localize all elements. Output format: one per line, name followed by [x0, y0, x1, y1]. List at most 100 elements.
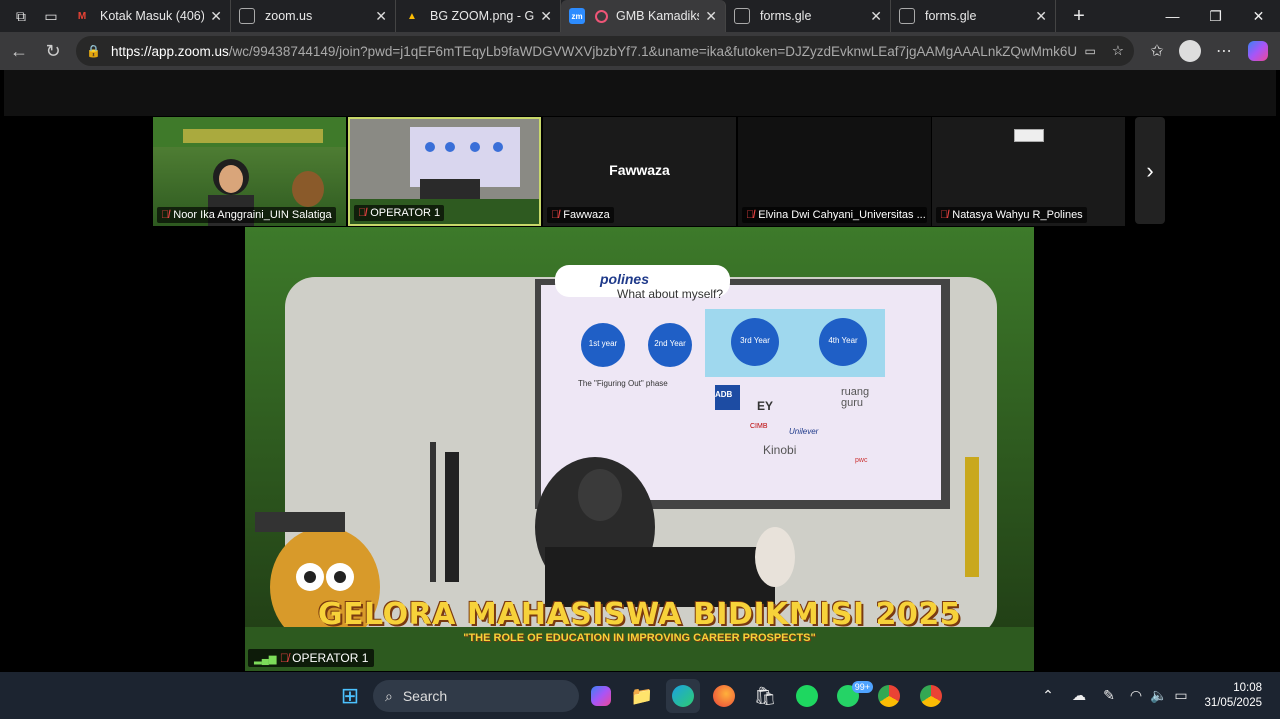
participant-name: Elvina Dwi Cahyani_Universitas ... — [758, 209, 926, 221]
tab-title: forms.gle — [925, 9, 977, 23]
close-tab-icon[interactable]: ✕ — [540, 8, 552, 25]
participant-name: Fawwaza — [563, 209, 610, 221]
camera-icon[interactable]: ▭ — [1085, 44, 1096, 58]
mic-muted-icon: 🎙̸ — [358, 207, 367, 219]
new-tab-icon[interactable]: + — [1064, 1, 1094, 31]
onedrive-icon[interactable]: ☁ — [1064, 687, 1094, 704]
close-tab-icon[interactable]: ✕ — [375, 8, 387, 25]
tab-title: BG ZOOM.png - Goo — [430, 9, 535, 23]
address-bar-row: ← ↻ 🔒 https://app.zoom.us/wc/99438744149… — [0, 32, 1280, 70]
clock-time: 10:08 — [1233, 682, 1262, 694]
slide-logo-unilever: Unilever — [789, 427, 819, 436]
search-placeholder: Search — [402, 688, 448, 704]
tab-gmail[interactable]: M Kotak Masuk (406) - n ✕ — [66, 0, 231, 32]
clock-date: 31/05/2025 — [1204, 697, 1262, 709]
tab-zoom-us[interactable]: zoom.us ✕ — [231, 0, 396, 32]
favorite-star-icon[interactable]: ☆ — [1112, 43, 1124, 59]
url-text: https://app.zoom.us/wc/99438744149/join?… — [111, 44, 1077, 59]
close-tab-icon[interactable]: ✕ — [870, 8, 882, 25]
window-controls: — ❐ ✕ — [1151, 0, 1280, 32]
store-icon[interactable]: 🛍 — [748, 679, 782, 713]
restore-icon[interactable]: ❐ — [1194, 0, 1237, 32]
slide-logo-ey: EY — [757, 399, 774, 413]
mic-muted-icon: 🎙̸ — [940, 209, 949, 221]
copilot-app-icon[interactable] — [584, 679, 618, 713]
tab-gmb-kamadiksi[interactable]: zm GMB Kamadiksi ✕ — [561, 0, 726, 32]
participant-tile[interactable]: 🎙̸ Natasya Wahyu R_Polines — [932, 117, 1125, 226]
page-icon — [734, 8, 750, 24]
chrome-profile-1-icon[interactable] — [872, 679, 906, 713]
edge-browser-icon[interactable] — [666, 679, 700, 713]
refresh-icon[interactable]: ↻ — [36, 34, 70, 68]
tab-title: forms.gle — [760, 9, 812, 23]
url-host: https://app.zoom.us — [110, 43, 229, 59]
participant-name-label: 🎙̸ Elvina Dwi Cahyani_Universitas ... — [742, 207, 927, 223]
favorites-icon[interactable]: ✩ — [1142, 36, 1172, 66]
wifi-icon[interactable]: ◠ — [1124, 687, 1148, 704]
stage-participant-name: OPERATOR 1 — [292, 651, 369, 665]
participant-tile-active[interactable]: 🎙̸ OPERATOR 1 — [348, 117, 541, 226]
close-tab-icon[interactable]: ✕ — [1035, 8, 1047, 25]
slide-year-1: 1st year — [588, 339, 618, 348]
slide-heading: What about myself? — [617, 287, 724, 301]
tab-actions-icon[interactable]: ▭ — [36, 1, 66, 31]
drive-icon: ▲ — [407, 10, 417, 22]
close-tab-icon[interactable]: ✕ — [210, 8, 222, 25]
mic-muted-icon: 🎙̸ — [551, 209, 560, 221]
profile-avatar[interactable] — [1175, 36, 1205, 66]
participant-name-label: 🎙̸ Natasya Wahyu R_Polines — [936, 207, 1087, 223]
volume-icon[interactable]: 🔈 — [1148, 687, 1170, 704]
gmail-icon: M — [77, 10, 87, 22]
pen-icon[interactable]: ✎ — [1094, 687, 1124, 704]
slide-year-2: 2nd Year — [654, 339, 686, 348]
minimize-icon[interactable]: — — [1151, 0, 1194, 32]
stage-name-label: ▂▄▆ 🎙̸ OPERATOR 1 — [248, 649, 375, 667]
whatsapp-icon[interactable]: 99+ — [831, 679, 873, 713]
more-menu-icon[interactable]: ⋯ — [1209, 36, 1239, 66]
page-icon — [239, 8, 255, 24]
participant-tile[interactable]: Fawwaza 🎙̸ Fawwaza — [543, 117, 736, 226]
banner-title: GELORA MAHASISWA BIDIKMISI 2025 — [317, 597, 962, 632]
tab-title: Kotak Masuk (406) - n — [100, 9, 205, 23]
tab-drive[interactable]: ▲ BG ZOOM.png - Goo ✕ — [396, 0, 561, 32]
slide-phase: The "Figuring Out" phase — [578, 379, 668, 388]
slide-logo-ruangguru: ruang guru — [841, 386, 870, 409]
participant-tile[interactable]: 🎙̸ Noor Ika Anggraini_UIN Salatiga — [153, 117, 346, 226]
slide-logo-cimb: CIMB — [750, 423, 768, 430]
notification-badge: 99+ — [851, 681, 873, 693]
site-info-icon[interactable]: 🔒 — [86, 44, 101, 58]
system-tray: ⌃ ☁ ✎ ◠ 🔈 ▭ — [1038, 672, 1192, 719]
zoom-top-bar — [4, 70, 1276, 116]
start-windows-icon[interactable]: ⊞ — [333, 679, 367, 713]
close-tab-icon[interactable]: ✕ — [705, 8, 717, 25]
windows-taskbar: ⊞ ⌕ Search 📁 🛍 99+ ⌃ ☁ ✎ ◠ 🔈 ▭ 10:08 31/… — [0, 672, 1280, 719]
close-window-icon[interactable]: ✕ — [1237, 0, 1280, 32]
firefox-icon[interactable] — [707, 679, 741, 713]
tab-title: zoom.us — [265, 9, 313, 23]
address-bar[interactable]: 🔒 https://app.zoom.us/wc/99438744149/joi… — [76, 36, 1134, 66]
workspaces-icon[interactable]: ⧉ — [6, 1, 36, 31]
tab-forms-2[interactable]: forms.gle ✕ — [891, 0, 1056, 32]
zoom-icon: zm — [569, 8, 585, 24]
chrome-profile-2-icon[interactable] — [914, 679, 948, 713]
spotify-icon[interactable] — [790, 679, 824, 713]
participant-name: Natasya Wahyu R_Polines — [952, 209, 1083, 221]
back-icon[interactable]: ← — [2, 34, 36, 68]
chevron-up-icon[interactable]: ⌃ — [1038, 687, 1058, 704]
slide-year-4: 4th Year — [828, 336, 858, 345]
taskbar-search[interactable]: ⌕ Search — [373, 680, 579, 712]
copilot-icon[interactable] — [1243, 36, 1273, 66]
participant-name: OPERATOR 1 — [370, 207, 441, 219]
battery-icon[interactable]: ▭ — [1170, 687, 1192, 704]
slide-logo-adb: ADB — [715, 390, 733, 399]
main-video-stage: polines What about myself? 1st year 2nd … — [245, 227, 1034, 671]
mic-muted-icon: 🎙̸ — [279, 651, 289, 665]
event-logo: polines — [600, 271, 650, 287]
next-page-arrow-icon[interactable]: › — [1135, 117, 1165, 224]
system-clock[interactable]: 10:08 31/05/2025 — [1204, 681, 1262, 711]
avatar-image-placeholder — [1014, 129, 1044, 142]
tab-forms-1[interactable]: forms.gle ✕ — [726, 0, 891, 32]
participant-tile[interactable]: 🎙̸ Elvina Dwi Cahyani_Universitas ... — [738, 117, 931, 226]
participant-display-name: Fawwaza — [609, 162, 670, 178]
file-explorer-icon[interactable]: 📁 — [625, 679, 659, 713]
